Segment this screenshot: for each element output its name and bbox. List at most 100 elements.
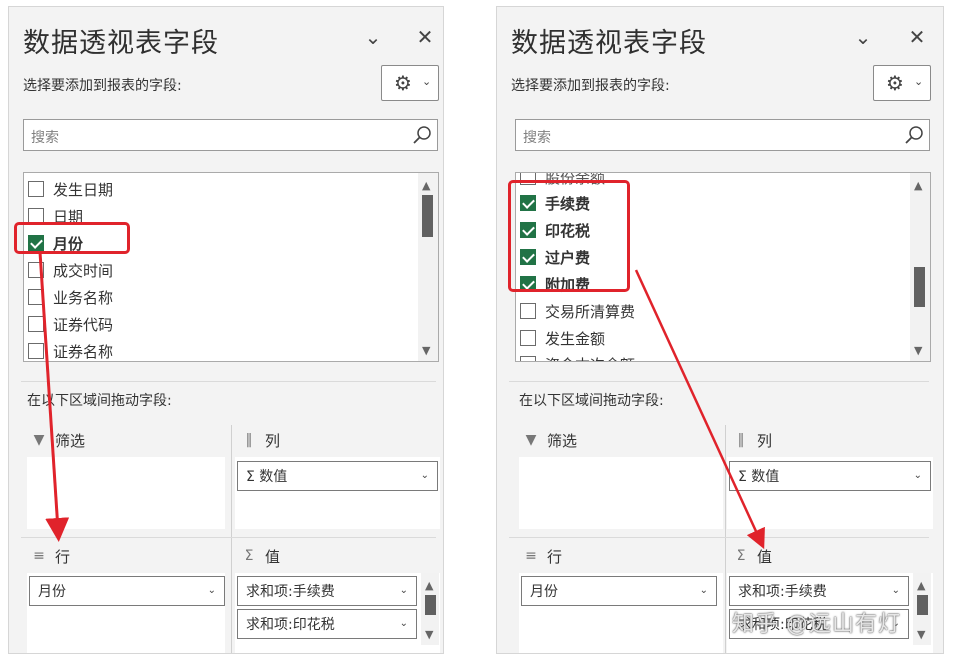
gear-icon: ⚙ — [886, 71, 904, 95]
rows-field-dropdown[interactable]: 月份 ⌄ — [29, 576, 225, 606]
scroll-down-icon[interactable]: ▼ — [425, 628, 433, 641]
columns-field-dropdown[interactable]: Σ 数值 ⌄ — [729, 461, 931, 491]
settings-button[interactable]: ⚙ ⌄ — [873, 65, 931, 101]
field-item[interactable]: 月份 — [28, 231, 83, 255]
columns-area-header: ‖ 列 — [733, 425, 773, 455]
chevron-down-icon: ⌄ — [207, 585, 216, 596]
scroll-down-icon[interactable]: ▼ — [422, 344, 430, 357]
field-list-scrollbar[interactable]: ▲ ▼ — [910, 173, 930, 361]
divider — [21, 381, 436, 382]
scroll-up-icon[interactable]: ▲ — [422, 179, 430, 192]
field-list-scrollbar[interactable]: ▲ ▼ — [418, 173, 438, 361]
magnifier-icon[interactable] — [412, 125, 432, 145]
field-item[interactable]: 印花税 — [520, 218, 590, 242]
columns-area-header: ‖ 列 — [241, 425, 281, 455]
field-item[interactable]: 交易所清算费 — [520, 299, 635, 323]
chevron-down-icon: ⌄ — [399, 585, 408, 596]
pane-title: 数据透视表字段 — [511, 28, 707, 59]
funnel-icon: ▼ — [33, 432, 45, 448]
drag-areas-label: 在以下区域间拖动字段: — [27, 393, 172, 409]
rows-icon: ≡ — [525, 548, 537, 564]
field-item[interactable]: 发生日期 — [28, 177, 113, 201]
values-scrollbar[interactable]: ▲ ▼ — [421, 573, 439, 645]
checkbox-checked[interactable] — [520, 195, 536, 211]
field-item[interactable]: 日期 — [28, 204, 83, 228]
close-icon[interactable]: ✕ — [905, 25, 929, 49]
checkbox-checked[interactable] — [520, 222, 536, 238]
divider — [509, 537, 929, 538]
checkbox[interactable] — [520, 173, 536, 185]
field-item[interactable]: 业务名称 — [28, 285, 113, 309]
field-list[interactable]: 发生日期 日期 月份 成交时间 业务名称 证券代码 证券名称 ▲ ▼ — [23, 172, 439, 362]
rows-field-dropdown[interactable]: 月份 ⌄ — [521, 576, 717, 606]
search-placeholder: 搜索 — [31, 130, 59, 146]
checkbox[interactable] — [520, 303, 536, 319]
gear-icon: ⚙ — [394, 71, 412, 95]
chevron-down-icon: ⌄ — [420, 470, 429, 481]
checkbox[interactable] — [520, 356, 536, 361]
pane-subtitle: 选择要添加到报表的字段: — [511, 78, 670, 94]
scroll-up-icon[interactable]: ▲ — [917, 579, 925, 592]
chevron-down-icon: ⌄ — [699, 585, 708, 596]
field-item[interactable]: 发生金额 — [520, 326, 605, 350]
pivot-field-pane-right: 数据透视表字段 ⌄ ✕ 选择要添加到报表的字段: ⚙ ⌄ 搜索 股份余额 手续费… — [496, 6, 944, 654]
divider — [231, 425, 232, 653]
sigma-icon: Σ — [736, 548, 746, 564]
checkbox-checked[interactable] — [520, 276, 536, 292]
chevron-down-icon: ⌄ — [399, 618, 408, 629]
checkbox[interactable] — [28, 262, 44, 278]
columns-field-dropdown[interactable]: Σ 数值 ⌄ — [237, 461, 438, 491]
pane-subtitle: 选择要添加到报表的字段: — [23, 78, 182, 94]
divider — [509, 381, 929, 382]
values-field-dropdown[interactable]: 求和项:手续费 ⌄ — [729, 576, 909, 606]
values-field-dropdown[interactable]: 求和项:手续费 ⌄ — [237, 576, 417, 606]
filter-area-header: ▼ 筛选 — [523, 425, 577, 455]
checkbox-checked[interactable] — [520, 249, 536, 265]
field-item[interactable]: 手续费 — [520, 191, 590, 215]
field-item[interactable]: 成交时间 — [28, 258, 113, 282]
field-item[interactable]: 股份余额 — [520, 173, 605, 189]
field-item[interactable]: 附加费 — [520, 272, 590, 296]
checkbox[interactable] — [28, 343, 44, 359]
search-input[interactable]: 搜索 — [23, 119, 438, 151]
scroll-down-icon[interactable]: ▼ — [917, 628, 925, 641]
values-area-header: Σ值 — [241, 541, 280, 571]
field-item[interactable]: 过户费 — [520, 245, 590, 269]
chevron-down-icon[interactable]: ⌄ — [851, 25, 875, 49]
filter-drop-zone[interactable] — [27, 457, 225, 529]
checkbox[interactable] — [28, 289, 44, 305]
pivot-field-pane-left: 数据透视表字段 ⌄ ✕ 选择要添加到报表的字段: ⚙ ⌄ 搜索 发生日期 日期 … — [8, 6, 444, 654]
search-input[interactable]: 搜索 — [515, 119, 930, 151]
values-field-dropdown[interactable]: 求和项:印花税 ⌄ — [237, 609, 417, 639]
scroll-up-icon[interactable]: ▲ — [425, 579, 433, 592]
values-area-header: Σ值 — [733, 541, 772, 571]
checkbox[interactable] — [28, 208, 44, 224]
checkbox-checked[interactable] — [28, 235, 44, 251]
settings-button[interactable]: ⚙ ⌄ — [381, 65, 439, 101]
scroll-down-icon[interactable]: ▼ — [914, 344, 922, 357]
checkbox[interactable] — [28, 316, 44, 332]
field-list[interactable]: 股份余额 手续费 印花税 过户费 附加费 交易所清算费 发生金额 资金本次余额 … — [515, 172, 931, 362]
checkbox[interactable] — [28, 181, 44, 197]
filter-area-header: ▼ 筛选 — [31, 425, 85, 455]
filter-drop-zone[interactable] — [519, 457, 723, 529]
magnifier-icon[interactable] — [904, 125, 924, 145]
field-item[interactable]: 资金本次余额 — [520, 352, 635, 361]
scroll-thumb[interactable] — [914, 267, 925, 307]
field-item[interactable]: 证券名称 — [28, 339, 113, 361]
scroll-thumb[interactable] — [425, 595, 436, 615]
scroll-thumb[interactable] — [917, 595, 928, 615]
checkbox[interactable] — [520, 330, 536, 346]
sigma-icon: Σ — [244, 548, 254, 564]
pane-title: 数据透视表字段 — [23, 28, 219, 59]
columns-icon: ‖ — [245, 432, 253, 448]
close-icon[interactable]: ✕ — [413, 25, 437, 49]
rows-area-header: ≡ 行 — [31, 541, 70, 571]
scroll-thumb[interactable] — [422, 195, 433, 237]
values-scrollbar[interactable]: ▲ ▼ — [913, 573, 931, 645]
divider — [725, 425, 726, 653]
scroll-up-icon[interactable]: ▲ — [914, 179, 922, 192]
field-item[interactable]: 证券代码 — [28, 312, 113, 336]
watermark: 知乎 @远山有灯 — [732, 612, 901, 637]
chevron-down-icon[interactable]: ⌄ — [361, 25, 385, 49]
